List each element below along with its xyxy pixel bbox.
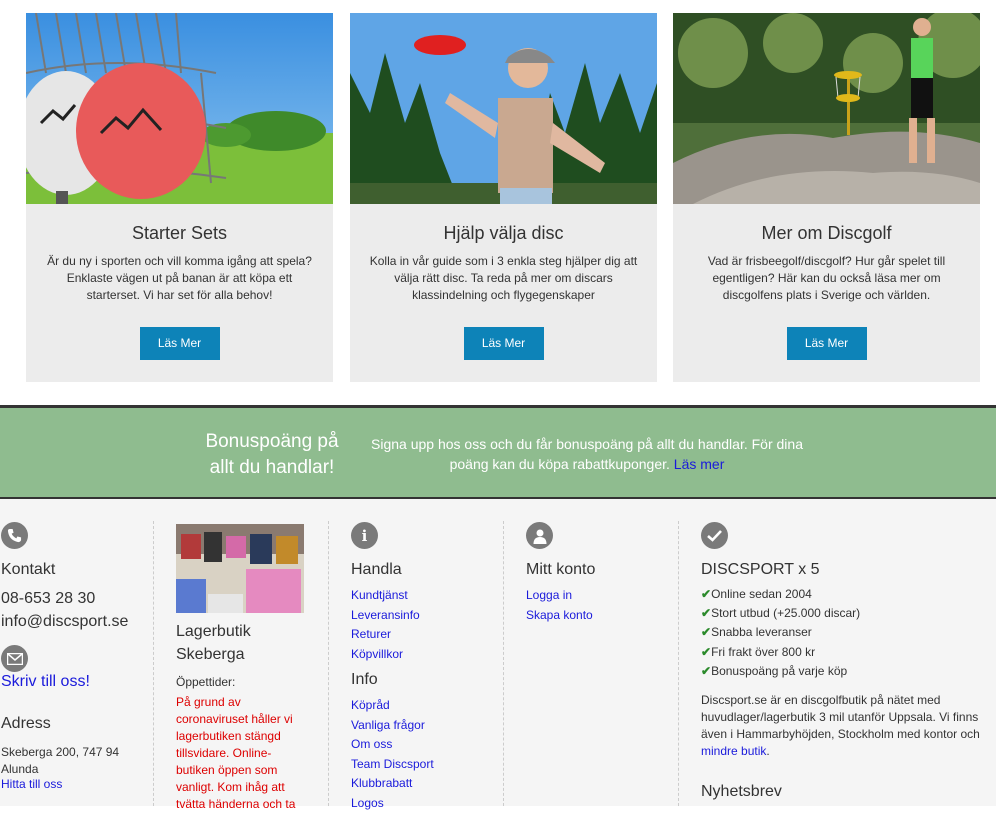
contact-heading: Kontakt: [1, 561, 55, 579]
find-us-link[interactable]: Hitta till oss: [1, 775, 62, 795]
user-icon: [526, 522, 553, 549]
info-icon: i: [351, 522, 378, 549]
disc-help-image[interactable]: [350, 13, 657, 204]
card-disc-help: Hjälp välja disc Kolla in vår guide som …: [350, 13, 657, 382]
check-icon: ✔: [701, 606, 711, 620]
about-description: Discsport.se är en discgolfbutik på näte…: [701, 692, 985, 760]
info-links: Köpråd Vanliga frågor Om oss Team Discsp…: [351, 696, 434, 813]
account-heading: Mitt konto: [526, 561, 595, 579]
login-link[interactable]: Logga in: [526, 586, 593, 606]
read-more-button[interactable]: Läs Mer: [140, 327, 220, 360]
store-hours-label: Öppettider:: [176, 674, 235, 691]
contact-email: info@discsport.se: [1, 613, 128, 631]
card-title: Mer om Discgolf: [673, 223, 980, 244]
account-column: Mitt konto Logga in Skapa konto: [526, 499, 666, 806]
link-logos[interactable]: Logos: [351, 794, 434, 813]
address-heading: Adress: [1, 715, 51, 733]
checkmark-icon: [701, 522, 728, 549]
shop-links: Kundtjänst Leveransinfo Returer Köpvillk…: [351, 586, 420, 664]
small-store-link[interactable]: mindre butik: [701, 744, 766, 758]
card-text: Vad är frisbeegolf/discgolf? Hur går spe…: [691, 253, 962, 304]
card-more-discgolf: Mer om Discgolf Vad är frisbeegolf/discg…: [673, 13, 980, 382]
feature-cards: Starter Sets Är du ny i sporten och vill…: [0, 0, 996, 405]
bonus-description: Signa upp hos oss och du får bonuspoäng …: [371, 436, 803, 472]
link-kopvillkor[interactable]: Köpvillkor: [351, 645, 420, 665]
address-line1: Skeberga 200, 747 94: [1, 744, 119, 761]
contact-column: Kontakt 08-653 28 30 info@discsport.se S…: [0, 499, 150, 806]
envelope-icon: [1, 645, 28, 672]
store-heading-line2: Skeberga: [176, 646, 245, 664]
starter-sets-image[interactable]: [26, 13, 333, 204]
usp-item: ✔Fri frakt över 800 kr: [701, 643, 860, 662]
link-koprad[interactable]: Köpråd: [351, 696, 434, 716]
more-discgolf-image[interactable]: [673, 13, 980, 204]
bonus-banner: Bonuspoäng på allt du handlar! Signa upp…: [0, 405, 996, 499]
check-icon: ✔: [701, 587, 711, 601]
check-icon: ✔: [701, 625, 711, 639]
write-to-us-link[interactable]: Skriv till oss!: [1, 673, 90, 691]
shop-column: i Handla Kundtjänst Leveransinfo Returer…: [351, 499, 491, 806]
link-klubbrabatt[interactable]: Klubbrabatt: [351, 774, 434, 794]
account-links: Logga in Skapa konto: [526, 586, 593, 625]
card-text: Kolla in vår guide som i 3 enkla steg hj…: [368, 253, 639, 304]
usp-list: ✔Online sedan 2004 ✔Stort utbud (+25.000…: [701, 585, 860, 681]
store-notice: På grund av coronaviruset håller vi lage…: [176, 694, 301, 813]
usp-item: ✔Stort utbud (+25.000 discar): [701, 604, 860, 623]
check-icon: ✔: [701, 645, 711, 659]
link-returer[interactable]: Returer: [351, 625, 420, 645]
footer: Kontakt 08-653 28 30 info@discsport.se S…: [0, 499, 996, 806]
bonus-title: Bonuspoäng på allt du handlar!: [196, 429, 348, 481]
divider: [153, 521, 154, 806]
shop-heading: Handla: [351, 561, 402, 579]
newsletter-heading: Nyhetsbrev: [701, 783, 782, 801]
link-faq[interactable]: Vanliga frågor: [351, 716, 434, 736]
info-heading: Info: [351, 671, 378, 689]
store-photo: [176, 524, 304, 613]
card-starter-sets: Starter Sets Är du ny i sporten och vill…: [26, 13, 333, 382]
card-title: Hjälp välja disc: [350, 223, 657, 244]
bonus-read-more-link[interactable]: Läs mer: [674, 456, 725, 472]
store-heading-line1: Lagerbutik: [176, 623, 251, 641]
divider: [678, 521, 679, 806]
store-column: Lagerbutik Skeberga Öppettider: På grund…: [176, 499, 316, 806]
read-more-button[interactable]: Läs Mer: [787, 327, 867, 360]
card-text: Är du ny i sporten och vill komma igång …: [44, 253, 315, 304]
about-column: DISCSPORT x 5 ✔Online sedan 2004 ✔Stort …: [701, 499, 986, 806]
bonus-text: Signa upp hos oss och du får bonuspoäng …: [352, 434, 822, 474]
check-icon: ✔: [701, 664, 711, 678]
usp-item: ✔Online sedan 2004: [701, 585, 860, 604]
card-title: Starter Sets: [26, 223, 333, 244]
link-om-oss[interactable]: Om oss: [351, 735, 434, 755]
divider: [328, 521, 329, 806]
phone-icon: [1, 522, 28, 549]
usp-item: ✔Bonuspoäng på varje köp: [701, 662, 860, 681]
contact-phone: 08-653 28 30: [1, 590, 95, 608]
read-more-button[interactable]: Läs Mer: [464, 327, 544, 360]
usp-item: ✔Snabba leveranser: [701, 623, 860, 642]
link-leveransinfo[interactable]: Leveransinfo: [351, 606, 420, 626]
create-account-link[interactable]: Skapa konto: [526, 606, 593, 626]
divider: [503, 521, 504, 806]
about-heading: DISCSPORT x 5: [701, 561, 820, 579]
link-team[interactable]: Team Discsport: [351, 755, 434, 775]
link-kundtjanst[interactable]: Kundtjänst: [351, 586, 420, 606]
